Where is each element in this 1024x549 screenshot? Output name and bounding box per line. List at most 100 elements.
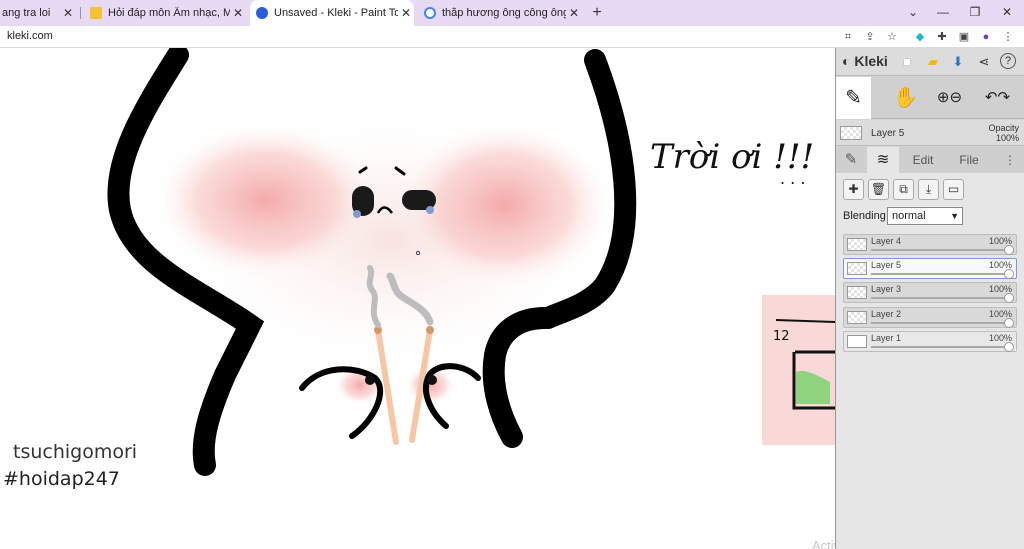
tab-separator: [80, 7, 81, 19]
activation-watermark: Activate Windows: [812, 538, 835, 549]
browser-tab-4[interactable]: thắp hương ông công ông táo - ✕: [418, 2, 582, 24]
credit-hashtag: #hoidap247: [3, 468, 120, 490]
tab-layers-icon[interactable]: ≋: [867, 147, 899, 173]
kleki-header: ◐ Kleki ■ ▰ ⬇ ⋖ ?: [836, 48, 1024, 76]
opacity-slider[interactable]: [871, 273, 1010, 275]
opacity-slider-knob[interactable]: [1004, 342, 1014, 352]
layer-item-2[interactable]: Layer 2 100%: [843, 307, 1017, 328]
layer-thumbnail: [847, 311, 867, 324]
opacity-slider-knob[interactable]: [1004, 245, 1014, 255]
menu-kebab-icon[interactable]: ⋮: [1000, 29, 1016, 45]
translate-icon[interactable]: ⌗: [840, 29, 856, 45]
current-layer-bar: Layer 5 Opacity 100%: [836, 120, 1024, 146]
add-layer-icon[interactable]: ✚: [843, 179, 864, 200]
kleki-logo: ◐ Kleki: [842, 53, 888, 69]
left-finger-dot: [365, 375, 375, 385]
share-icon[interactable]: ⋖: [975, 53, 993, 71]
delete-layer-icon[interactable]: 🗑: [868, 179, 889, 200]
tab-edit[interactable]: Edit: [902, 147, 944, 173]
layer-name: Layer 5: [871, 260, 902, 270]
bookmark-star-icon[interactable]: ☆: [884, 29, 900, 45]
tab-title: ang tra loi: [2, 7, 51, 19]
browser-tab-2[interactable]: Hỏi đáp môn Âm nhạc, Mỹ thuật ✕: [84, 2, 246, 24]
layer-item-4[interactable]: Layer 4 100%: [843, 234, 1017, 255]
hand-tool-icon[interactable]: ✋: [888, 77, 923, 119]
tab-brush-icon[interactable]: ✎: [836, 147, 866, 173]
opacity-slider-knob[interactable]: [1004, 269, 1014, 279]
more-options-icon[interactable]: ⋮: [1001, 147, 1019, 173]
chevron-down-icon: ▼: [950, 211, 959, 221]
layer-name: Layer 2: [871, 309, 902, 319]
left-blush: [150, 120, 380, 280]
credit-author: tsuchigomori: [13, 441, 138, 463]
blending-value: normal: [892, 210, 926, 222]
opacity-slider-knob[interactable]: [1004, 318, 1014, 328]
rename-layer-icon[interactable]: ▭: [943, 179, 964, 200]
close-icon[interactable]: ✕: [60, 6, 76, 20]
new-image-icon[interactable]: ■: [898, 53, 916, 71]
blending-select[interactable]: normal ▼: [887, 207, 963, 225]
incense-tip-right: [426, 326, 434, 334]
duplicate-layer-icon[interactable]: ⧉: [893, 179, 914, 200]
layer-name: Layer 3: [871, 284, 902, 294]
close-icon[interactable]: ✕: [230, 6, 246, 20]
restore-button[interactable]: ❐: [960, 3, 990, 21]
tab-file[interactable]: File: [948, 147, 990, 173]
zoom-icon[interactable]: ⊕⊖: [932, 77, 967, 119]
layer-thumbnail: [847, 238, 867, 251]
tab-title: Unsaved - Kleki - Paint Tool: [274, 7, 398, 19]
current-layer-name: Layer 5: [871, 128, 905, 139]
tool-row: ✎ ✋ ⊕⊖ ↶↷: [836, 77, 1024, 119]
trailing-dots: . . .: [780, 169, 805, 188]
browser-tab-3-active[interactable]: Unsaved - Kleki - Paint Tool ✕: [250, 0, 414, 26]
layer-name: Layer 4: [871, 236, 902, 246]
extensions-puzzle-icon[interactable]: ✚: [934, 29, 950, 45]
layer-name: Layer 1: [871, 333, 902, 343]
canvas-drawing: Trời ơi !!! . . . 12: [107, 48, 835, 476]
opacity-slider[interactable]: [871, 297, 1010, 299]
side-panel-icon[interactable]: ▣: [956, 29, 972, 45]
drawing-canvas[interactable]: Trời ơi !!! . . . 12 tsuchigomori #hoida…: [0, 48, 835, 549]
google-favicon-icon: [424, 7, 436, 19]
blending-label: Blending: [843, 210, 886, 222]
browser-tab-1[interactable]: ang tra loi ✕: [0, 2, 76, 24]
extension-icon[interactable]: ◆: [912, 29, 928, 45]
help-icon[interactable]: ?: [1000, 53, 1016, 69]
url-field[interactable]: kleki.com: [7, 30, 53, 42]
layer-item-3[interactable]: Layer 3 100%: [843, 282, 1017, 303]
profile-avatar[interactable]: ●: [978, 29, 994, 45]
sticky-note-number: 12: [773, 329, 790, 344]
close-window-button[interactable]: ✕: [992, 3, 1022, 21]
close-icon[interactable]: ✕: [398, 6, 414, 20]
new-tab-button[interactable]: +: [588, 3, 606, 23]
right-tear: [426, 206, 434, 214]
right-finger-dot: [427, 375, 437, 385]
opacity-slider[interactable]: [871, 346, 1010, 348]
tab-title: thắp hương ông công ông táo -: [442, 7, 566, 19]
close-icon[interactable]: ✕: [566, 6, 582, 20]
layer-item-1[interactable]: Layer 1 100%: [843, 331, 1017, 352]
tab-search-icon[interactable]: ⌄: [898, 3, 928, 21]
kleki-favicon-icon: [256, 7, 268, 19]
layer-thumbnail: [847, 335, 867, 348]
brush-tool-icon[interactable]: ✎: [836, 77, 871, 119]
opacity-slider[interactable]: [871, 249, 1010, 251]
open-folder-icon[interactable]: ▰: [924, 53, 942, 71]
minimize-button[interactable]: —: [928, 3, 958, 21]
layer-thumbnail: [847, 286, 867, 299]
undo-redo-icon[interactable]: ↶↷: [980, 77, 1015, 119]
download-icon[interactable]: ⬇: [949, 53, 967, 71]
opacity-slider-knob[interactable]: [1004, 293, 1014, 303]
current-layer-thumbnail: [840, 126, 862, 140]
sticky-note: [762, 295, 835, 445]
site-favicon-icon: [90, 7, 102, 19]
layer-thumbnail: [847, 262, 867, 275]
opacity-value: 100%: [995, 133, 1019, 143]
opacity-label: Opacity: [988, 123, 1019, 133]
opacity-slider[interactable]: [871, 322, 1010, 324]
share-icon[interactable]: ⇪: [862, 29, 878, 45]
tab-title: Hỏi đáp môn Âm nhạc, Mỹ thuật: [108, 7, 230, 19]
merge-down-icon[interactable]: ⤓: [918, 179, 939, 200]
current-layer-opacity: Opacity 100%: [988, 123, 1019, 143]
layer-item-5[interactable]: Layer 5 100%: [843, 258, 1017, 279]
